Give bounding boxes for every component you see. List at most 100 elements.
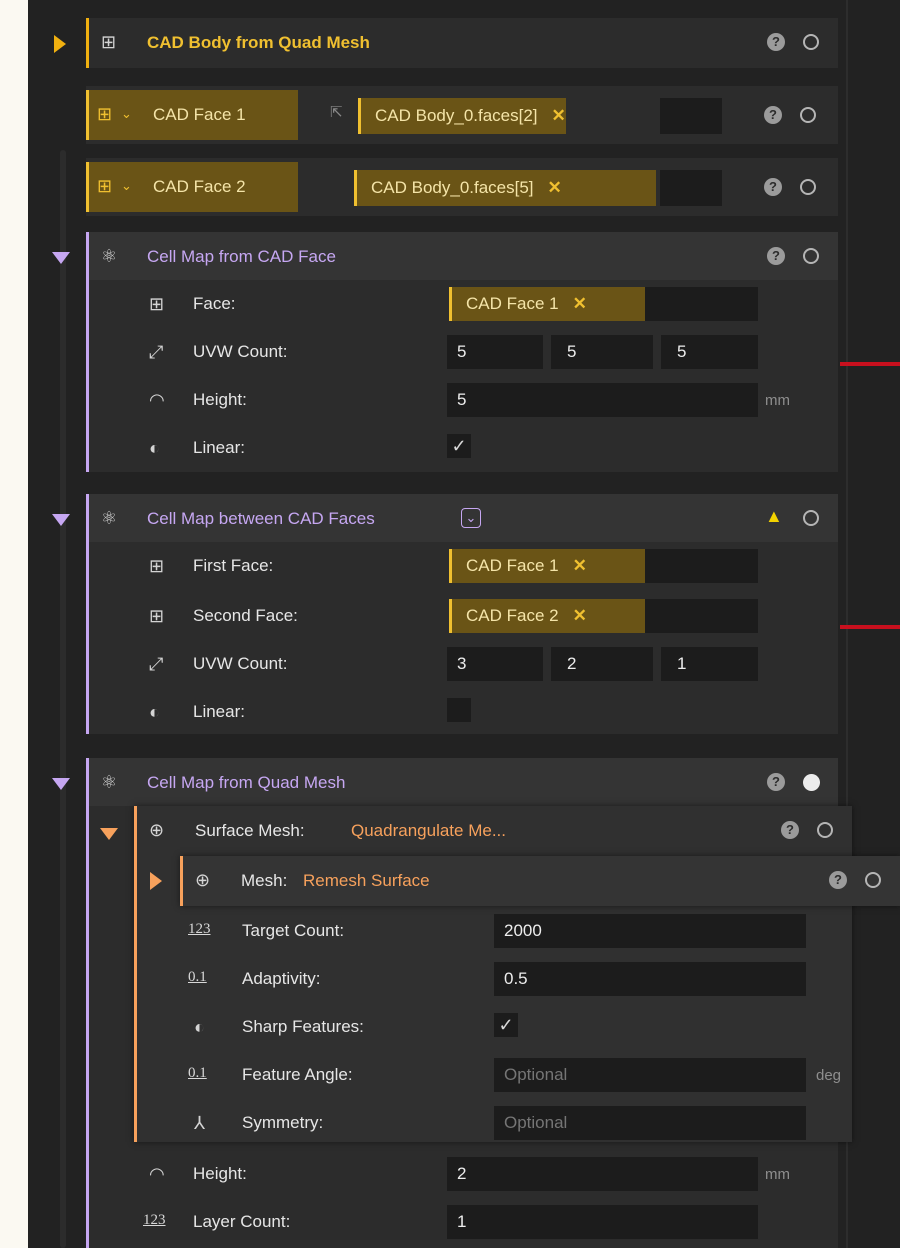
chevron-down-icon[interactable]: ⌄ (121, 176, 132, 196)
node-cad-body-from-quad-mesh[interactable]: ⊞ CAD Body from Quad Mesh ? (86, 18, 838, 68)
node-title: Cell Map between CAD Faces (147, 509, 375, 528)
output-port-icon[interactable] (803, 510, 819, 526)
help-icon[interactable]: ? (767, 33, 785, 51)
output-port-icon[interactable] (800, 179, 816, 195)
close-icon[interactable]: ✕ (548, 178, 562, 197)
first-face-label: First Face: (193, 556, 274, 575)
half-circle-icon: ◐ (149, 702, 160, 722)
chip-field-remainder[interactable] (660, 170, 722, 206)
height-label: Height: (193, 390, 247, 409)
help-icon[interactable]: ? (767, 247, 785, 265)
close-icon[interactable]: ✕ (573, 294, 587, 313)
uvw-v-field[interactable]: 5 (551, 335, 653, 369)
node-cad-face-1[interactable]: ⊞ ⌄ CAD Face 1 ⇱ CAD Body_0.faces[2] ✕ ? (86, 86, 838, 144)
help-icon[interactable]: ? (764, 178, 782, 196)
cube-grid-icon: ⊞ (97, 176, 113, 196)
pick-cursor-icon[interactable]: ⇱ (330, 103, 343, 123)
uvw-u-field[interactable]: 3 (447, 647, 543, 681)
linear-checkbox[interactable] (447, 698, 471, 722)
surface-mesh-value[interactable]: Quadrangulate Me... (351, 821, 506, 841)
height-field[interactable]: 5 (447, 383, 758, 417)
target-count-field[interactable]: 2000 (494, 914, 806, 948)
chip-text: CAD Face 1 (466, 294, 559, 313)
node-title: CAD Body from Quad Mesh (147, 33, 370, 52)
uvw-w-field[interactable]: 5 (661, 335, 758, 369)
mesh-value[interactable]: Remesh Surface (303, 871, 430, 891)
linear-checkbox[interactable]: ✓ (447, 434, 471, 458)
mesh-label: Mesh: (241, 871, 288, 890)
adaptivity-label: Adaptivity: (242, 969, 321, 988)
help-icon[interactable]: ? (781, 821, 799, 839)
node-cell-map-between-cad-faces[interactable]: ⚛ Cell Map between CAD Faces ⌄ ▲ ⊞ First… (86, 494, 838, 734)
close-icon[interactable]: ✕ (573, 606, 587, 625)
first-face-chip[interactable]: CAD Face 1 ✕ (449, 549, 645, 583)
chip-text: CAD Face 2 (466, 606, 559, 625)
feature-angle-label: Feature Angle: (242, 1065, 353, 1084)
output-port-icon[interactable] (800, 107, 816, 123)
node-label: CAD Face 2 (153, 177, 246, 196)
node-label-block[interactable]: ⊞ ⌄ CAD Face 1 (86, 90, 298, 140)
collapse-arrow-icon[interactable] (52, 778, 70, 790)
cube-grid-icon: ⊞ (149, 606, 165, 626)
node-label-block[interactable]: ⊞ ⌄ CAD Face 2 (86, 162, 298, 212)
cube-grid-icon: ⊞ (101, 32, 117, 52)
chip-field-remainder[interactable] (645, 287, 758, 321)
feature-angle-field[interactable] (494, 1058, 806, 1092)
output-port-icon[interactable] (817, 822, 833, 838)
face-label: Face: (193, 294, 236, 313)
node-editor-canvas[interactable]: ⊞ CAD Body from Quad Mesh ? ⊞ ⌄ CAD Face… (28, 0, 900, 1248)
connector-wire[interactable] (840, 362, 900, 366)
uvw-u-field[interactable]: 5 (447, 335, 543, 369)
face-input-chip[interactable]: CAD Face 1 ✕ (449, 287, 645, 321)
close-icon[interactable]: ✕ (552, 106, 566, 125)
second-face-chip[interactable]: CAD Face 2 ✕ (449, 599, 645, 633)
adaptivity-field[interactable]: 0.5 (494, 962, 806, 996)
collapse-arrow-icon[interactable] (52, 252, 70, 264)
uvw-label: UVW Count: (193, 654, 288, 673)
number-01-icon: 0.1 (188, 969, 207, 985)
face-reference-chip[interactable]: CAD Body_0.faces[2] ✕ (358, 98, 566, 134)
face-reference-chip[interactable]: CAD Body_0.faces[5] ✕ (354, 170, 656, 206)
warning-icon[interactable]: ▲ (765, 506, 783, 527)
node-cell-map-from-cad-face[interactable]: ⚛ Cell Map from CAD Face ? ⊞ Face: CAD F… (86, 232, 838, 472)
uvw-label: UVW Count: (193, 342, 288, 361)
surface-mesh-label: Surface Mesh: (195, 821, 305, 840)
expand-arrow-icon[interactable] (54, 35, 66, 53)
uvw-w-field[interactable]: 1 (661, 647, 758, 681)
uvw-v-field[interactable]: 2 (551, 647, 653, 681)
node-remesh-surface[interactable]: ⊕ Mesh: Remesh Surface ? (180, 856, 900, 906)
collapse-arrow-icon[interactable] (100, 828, 118, 840)
output-port-icon[interactable] (803, 34, 819, 50)
symmetry-field[interactable] (494, 1106, 806, 1140)
node-cad-face-2[interactable]: ⊞ ⌄ CAD Face 2 CAD Body_0.faces[5] ✕ ? (86, 158, 838, 216)
cell-map-icon: ⚛ (101, 246, 118, 266)
expand-arrow-icon[interactable] (150, 872, 162, 890)
help-icon[interactable]: ? (829, 871, 847, 889)
close-icon[interactable]: ✕ (573, 556, 587, 575)
sharp-features-checkbox[interactable]: ✓ (494, 1013, 518, 1037)
globe-icon: ⊕ (195, 870, 211, 890)
axes-symmetry-icon: ⅄ (194, 1113, 205, 1133)
output-port-icon[interactable] (865, 872, 881, 888)
height-label: Height: (193, 1164, 247, 1183)
signal-icon: ◠ (149, 390, 165, 410)
output-port-icon[interactable] (803, 248, 819, 264)
chip-field-remainder[interactable] (660, 98, 722, 134)
cube-grid-icon: ⊞ (149, 294, 165, 314)
layer-count-field[interactable]: 1 (447, 1205, 758, 1239)
layer-count-label: Layer Count: (193, 1212, 291, 1231)
chip-field-remainder[interactable] (645, 549, 758, 583)
signal-icon: ◠ (149, 1164, 165, 1184)
dropdown-toggle-icon[interactable]: ⌄ (461, 508, 481, 528)
chip-field-remainder[interactable] (645, 599, 758, 633)
globe-icon: ⊕ (149, 820, 165, 840)
chevron-down-icon[interactable]: ⌄ (121, 104, 132, 124)
help-icon[interactable]: ? (764, 106, 782, 124)
number-123-icon: 123 (188, 921, 211, 937)
height-field[interactable]: 2 (447, 1157, 758, 1191)
scrollbar[interactable] (60, 150, 66, 1248)
connector-wire[interactable] (840, 625, 900, 629)
collapse-arrow-icon[interactable] (52, 514, 70, 526)
output-port-connected-icon[interactable] (803, 774, 820, 791)
help-icon[interactable]: ? (767, 773, 785, 791)
